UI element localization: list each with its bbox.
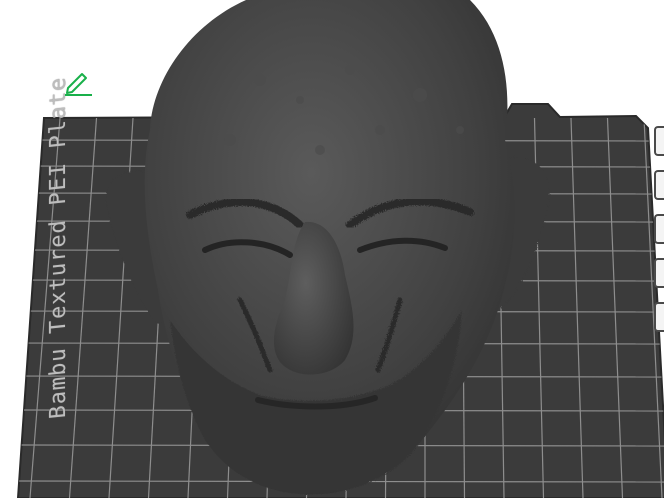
edit-pencil-icon[interactable]	[62, 70, 94, 96]
settings-icon[interactable]	[654, 302, 664, 332]
plate-label: Bambu Textured PEI Plate	[46, 75, 71, 421]
orient-icon[interactable]	[654, 170, 664, 200]
3d-viewport[interactable]	[0, 0, 664, 498]
layers-icon[interactable]	[654, 214, 664, 244]
right-toolbar	[654, 126, 664, 346]
view-icon[interactable]	[654, 126, 664, 156]
measure-icon[interactable]	[654, 258, 664, 288]
